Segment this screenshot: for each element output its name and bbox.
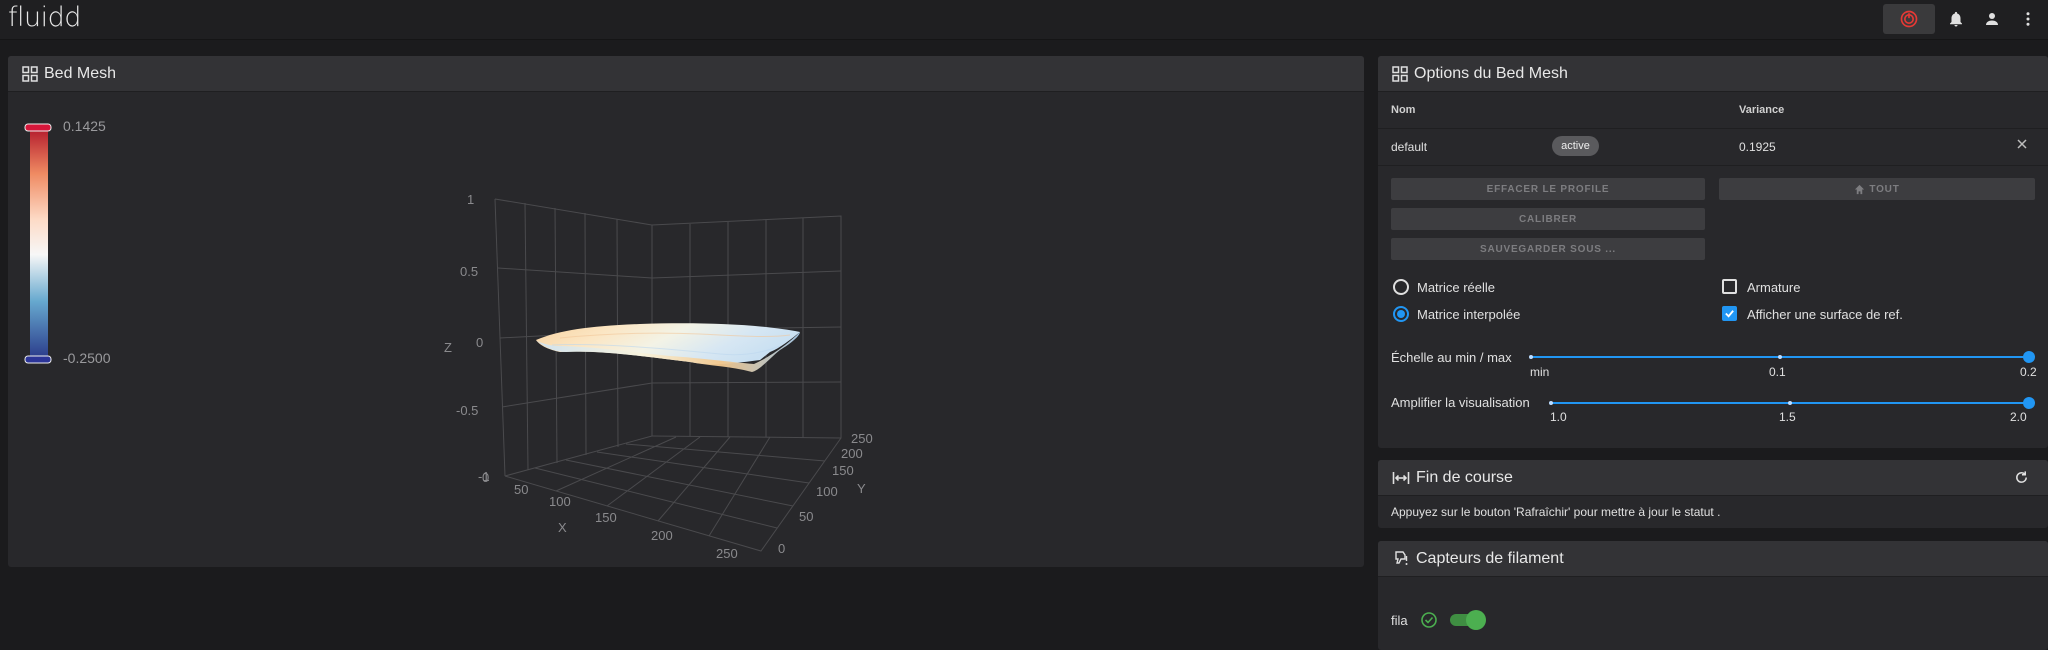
home-icon bbox=[1855, 184, 1865, 194]
y-tick-150: 150 bbox=[832, 463, 854, 478]
legend-max-label: 0.1425 bbox=[63, 118, 106, 134]
radio-interpolated-matrix[interactable] bbox=[1393, 306, 1409, 322]
x-tick-150: 150 bbox=[595, 510, 617, 525]
legend-max-handle[interactable] bbox=[24, 123, 52, 132]
scale-slider-tick-mid bbox=[1778, 355, 1782, 359]
sensor-ok-icon bbox=[1420, 611, 1438, 634]
refresh-endstops-button[interactable] bbox=[2014, 470, 2029, 490]
filament-sensors-header: Capteurs de filament bbox=[1378, 541, 2048, 577]
profile-name: default bbox=[1391, 140, 1428, 154]
table-divider bbox=[1378, 128, 2048, 129]
scale-slider-label: Échelle au min / max bbox=[1391, 350, 1512, 365]
table-divider bbox=[1378, 165, 2048, 166]
close-icon bbox=[2017, 139, 2027, 149]
x-tick-100: 100 bbox=[549, 494, 571, 509]
x-axis-label: X bbox=[558, 520, 567, 535]
profile-variance: 0.1925 bbox=[1739, 140, 1776, 154]
y-axis-label: Y bbox=[857, 481, 866, 496]
radio-real-matrix-label: Matrice réelle bbox=[1417, 280, 1496, 295]
x-tick-50: 50 bbox=[514, 482, 528, 497]
filament-sensors-card: Capteurs de filament bbox=[1378, 541, 2048, 650]
bed-mesh-options-title: Options du Bed Mesh bbox=[1414, 64, 1568, 82]
y-tick-250: 250 bbox=[851, 431, 873, 446]
home-all-button[interactable]: Tout bbox=[1719, 178, 2035, 200]
mesh-surface bbox=[536, 323, 800, 372]
scale-tick-mid-label: 0.1 bbox=[1769, 365, 1786, 379]
profile-status-badge: active bbox=[1552, 136, 1599, 156]
bed-mesh-options-header: Options du Bed Mesh bbox=[1378, 56, 2048, 92]
amplify-slider-label: Amplifier la visualisation bbox=[1391, 395, 1530, 410]
amplify-slider-tick-min bbox=[1549, 401, 1553, 405]
z-axis-label: Z bbox=[444, 340, 452, 355]
filament-sensor-icon bbox=[1392, 550, 1410, 568]
checkbox-reference-surface[interactable] bbox=[1722, 306, 1737, 321]
z-tick-0.5: 0.5 bbox=[460, 264, 478, 279]
y-tick-0: 0 bbox=[778, 541, 785, 556]
checkbox-wireframe-label: Armature bbox=[1747, 280, 1801, 295]
refresh-icon bbox=[2016, 471, 2027, 483]
column-header-variance: Variance bbox=[1739, 104, 1785, 116]
filament-sensor-toggle[interactable] bbox=[1466, 610, 1486, 630]
x-tick-0: 0 bbox=[482, 470, 489, 485]
z-tick--0.5: -0.5 bbox=[456, 403, 478, 418]
scale-tick-max-label: 0.2 bbox=[2020, 365, 2037, 379]
radio-real-matrix[interactable] bbox=[1393, 279, 1409, 295]
endstops-header: Fin de course bbox=[1378, 460, 2048, 496]
amplify-tick-min-label: 1.0 bbox=[1550, 410, 1567, 424]
amplify-slider-tick-mid bbox=[1788, 401, 1792, 405]
remove-profile-button[interactable] bbox=[2015, 137, 2029, 156]
clear-profile-button[interactable]: Effacer le profile bbox=[1391, 178, 1705, 200]
scale-tick-min-label: min bbox=[1530, 365, 1550, 379]
legend-min-label: -0.2500 bbox=[63, 350, 111, 366]
check-icon bbox=[1725, 310, 1734, 318]
plot-grid bbox=[494, 198, 842, 552]
z-tick-1: 1 bbox=[467, 192, 474, 207]
column-header-name: Nom bbox=[1391, 104, 1416, 116]
legend-bar bbox=[30, 127, 48, 359]
save-as-button[interactable]: Sauvegarder sous ... bbox=[1391, 238, 1705, 260]
scale-slider-thumb[interactable] bbox=[2023, 351, 2035, 363]
radio-interpolated-matrix-label: Matrice interpolée bbox=[1417, 307, 1521, 322]
legend-min-handle[interactable] bbox=[24, 355, 52, 364]
amplify-tick-mid-label: 1.5 bbox=[1779, 410, 1796, 424]
x-tick-200: 200 bbox=[651, 528, 673, 543]
checkbox-wireframe[interactable] bbox=[1722, 279, 1737, 294]
scale-slider-tick-min bbox=[1529, 355, 1533, 359]
arrow-expand-horizontal-icon bbox=[1392, 470, 1410, 486]
endstops-message: Appuyez sur le bouton 'Rafraîchir' pour … bbox=[1391, 505, 1721, 519]
x-tick-250: 250 bbox=[716, 546, 738, 561]
z-tick-0: 0 bbox=[476, 335, 483, 350]
calibrate-button[interactable]: Calibrer bbox=[1391, 208, 1705, 230]
y-tick-200: 200 bbox=[841, 446, 863, 461]
amplify-tick-max-label: 2.0 bbox=[2010, 410, 2027, 424]
y-tick-50: 50 bbox=[799, 509, 813, 524]
amplify-slider-thumb[interactable] bbox=[2023, 397, 2035, 409]
home-all-label: Tout bbox=[1869, 183, 1900, 195]
endstops-title: Fin de course bbox=[1416, 468, 1513, 486]
y-tick-100: 100 bbox=[816, 484, 838, 499]
filament-sensors-title: Capteurs de filament bbox=[1416, 549, 1564, 567]
grid-icon bbox=[1392, 65, 1408, 82]
checkbox-reference-surface-label: Afficher une surface de ref. bbox=[1747, 307, 1903, 322]
filament-sensor-name: fila bbox=[1391, 613, 1408, 628]
